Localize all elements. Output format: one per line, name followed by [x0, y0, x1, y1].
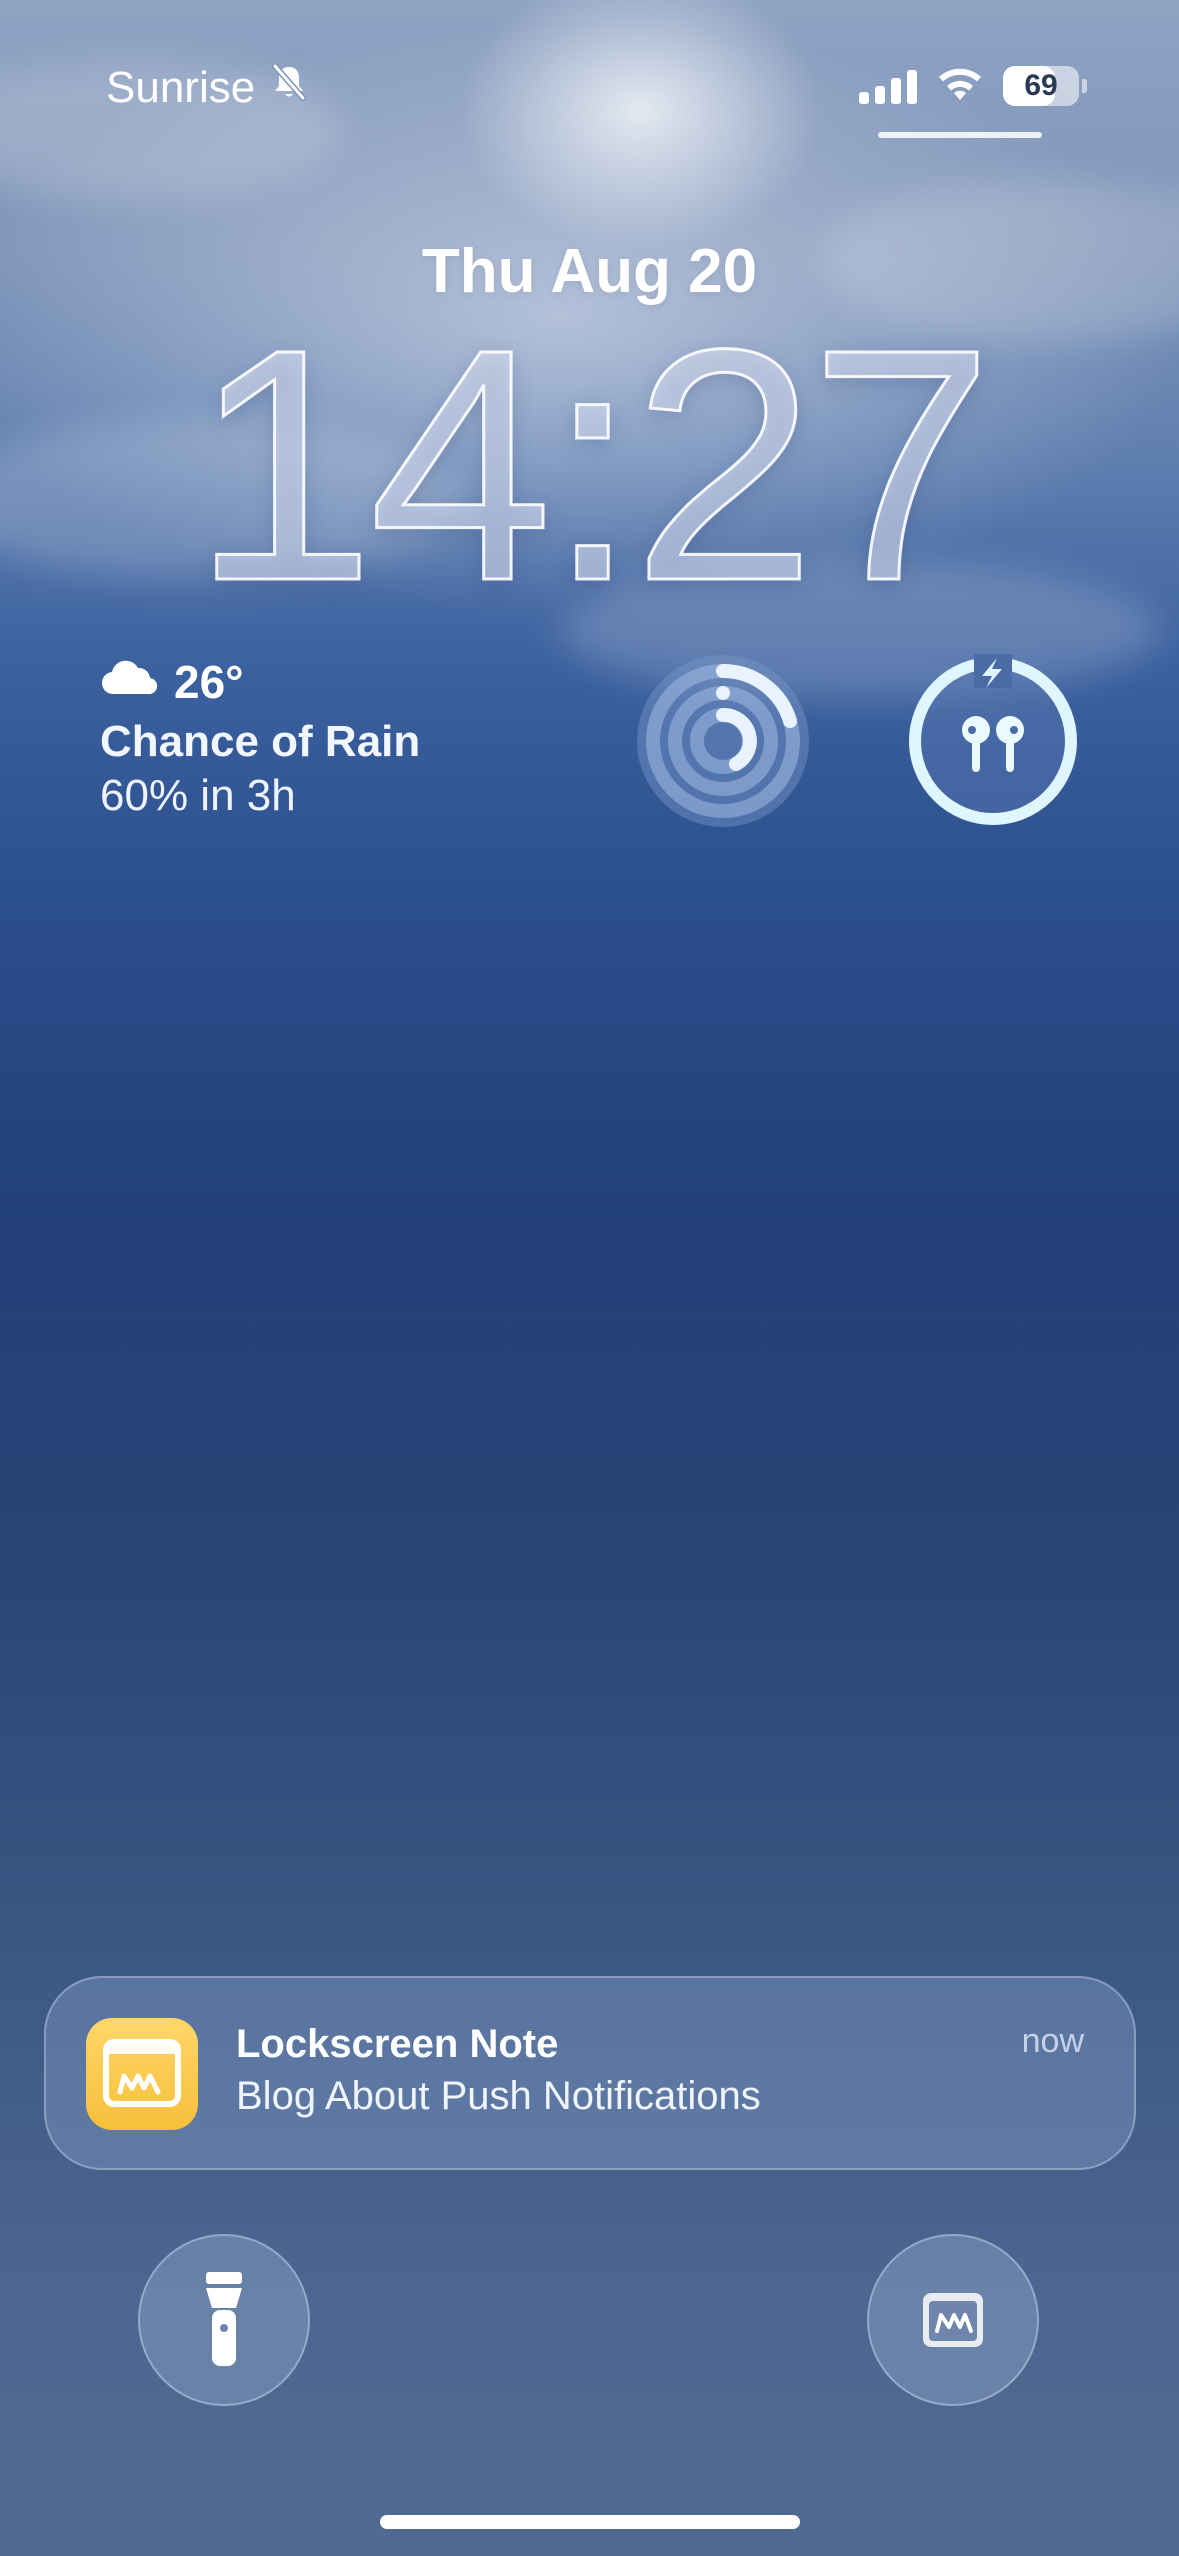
- notification-body: Blog About Push Notifications: [236, 2074, 761, 2118]
- weather-temperature: 26°: [174, 656, 244, 708]
- status-bar-right: 69: [859, 64, 1087, 107]
- notification-time: now: [1021, 2022, 1084, 2060]
- lockscreen-note-app-icon: [86, 2018, 198, 2130]
- cellular-signal-icon: [859, 68, 917, 104]
- carrier-label: Sunrise: [106, 62, 256, 112]
- bell-slash-icon: [269, 62, 309, 113]
- notification-card[interactable]: Lockscreen Note Blog About Push Notifica…: [44, 1976, 1136, 2170]
- activity-rings-icon: [637, 655, 809, 827]
- cloud-icon: [100, 655, 160, 709]
- lockscreen-note-button[interactable]: [867, 2234, 1039, 2406]
- weather-condition: Chance of Rain: [100, 717, 421, 766]
- weather-detail: 60% in 3h: [100, 771, 296, 820]
- lockscreen-note-icon: [923, 2293, 983, 2347]
- airpods-battery-widget[interactable]: [906, 654, 1080, 828]
- lock-screen: Sunrise 69 Thu Aug 20 14:27 26° Chance o…: [0, 0, 1179, 2556]
- status-bar-left: Sunrise: [106, 62, 309, 113]
- notification-title: Lockscreen Note: [236, 2022, 559, 2066]
- home-indicator[interactable]: [380, 2515, 800, 2529]
- status-underline: [878, 132, 1042, 138]
- weather-temperature-row: 26°: [100, 655, 420, 709]
- activity-rings-widget[interactable]: [636, 654, 810, 828]
- airpods-charging-icon: [909, 654, 1077, 825]
- battery-level: 69: [1024, 68, 1058, 102]
- wifi-icon: [935, 64, 985, 107]
- weather-widget[interactable]: 26° Chance of Rain 60% in 3h: [100, 655, 420, 821]
- lockscreen-time[interactable]: 14:27: [0, 298, 1179, 631]
- flashlight-icon: [206, 2272, 242, 2366]
- battery-icon: 69: [1003, 65, 1087, 106]
- flashlight-button[interactable]: [138, 2234, 310, 2406]
